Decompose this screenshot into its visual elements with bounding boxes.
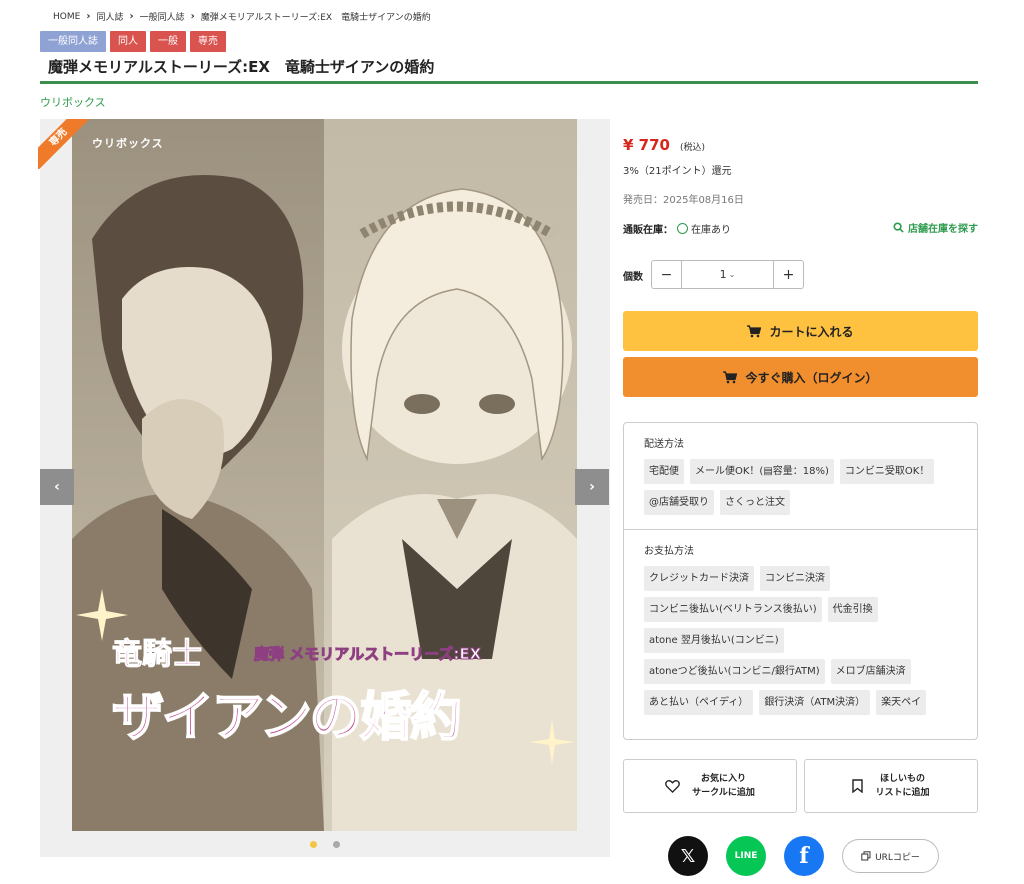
url-copy-label: URLコピー (875, 852, 920, 863)
shipping-methods: 宅配便 メール便OK！(▤容量：18%) コンビニ受取OK！ @店舗受取り さく… (644, 459, 957, 515)
breadcrumb-doujinshi[interactable]: 同人誌 (96, 10, 123, 23)
shipping-method-chip: コンビニ受取OK！ (839, 459, 935, 484)
shipping-section: 配送方法 宅配便 メール便OK！(▤容量：18%) コンビニ受取OK！ @店舗受… (624, 423, 977, 515)
copy-icon (861, 851, 871, 861)
price-row: ¥ 770 (税込) (623, 136, 705, 154)
payment-method-chip: 楽天ペイ (876, 690, 927, 715)
chevron-down-icon: ⌄ (728, 270, 736, 279)
tag-doujin[interactable]: 同人 (110, 31, 146, 52)
payment-method-chip: クレジットカード決済 (644, 566, 754, 591)
heart-icon (665, 779, 681, 793)
stock-label: 通販在庫： (623, 225, 673, 236)
gallery-prev-button[interactable]: ‹ (40, 469, 74, 505)
gallery-pagination (40, 841, 610, 848)
cover-title-line1: 竜騎士 (112, 637, 203, 673)
tag-general[interactable]: 一般 (150, 31, 186, 52)
search-icon (893, 222, 904, 233)
release-date: 発売日：2025年08月16日 (623, 195, 744, 206)
shipping-method-chip: さくっと注文 (720, 490, 790, 515)
payment-method-chip: atone 翌月後払い(コンビニ) (644, 628, 784, 653)
add-wishlist-button[interactable]: ほしいもの リストに追加 (804, 759, 978, 813)
shipping-method-chip: メール便OK！(▤容量：18%) (690, 459, 834, 484)
breadcrumb-current: 魔弾メモリアルストーリーズ:EX 竜騎士ザイアンの婚約 (200, 13, 431, 23)
shipping-payment-box: 配送方法 宅配便 メール便OK！(▤容量：18%) コンビニ受取OK！ @店舗受… (623, 422, 978, 740)
quantity-label: 個数 (623, 272, 643, 283)
quantity-increase-button[interactable]: + (773, 261, 803, 288)
facebook-share-icon[interactable]: f (784, 836, 824, 876)
chevron-left-icon: ‹ (54, 479, 60, 495)
cart-icon (747, 324, 762, 337)
payment-method-chip: atoneつど後払い(コンビニ/銀行ATM) (644, 659, 825, 684)
buy-now-button[interactable]: 今すぐ購入（ログイン） (623, 357, 978, 397)
exclusive-ribbon: 専売 (38, 119, 88, 169)
add-wishlist-label: ほしいもの リストに追加 (875, 772, 929, 800)
breadcrumb-home[interactable]: HOME (53, 12, 80, 22)
payment-method-chip: コンビニ後払い(ベリトランス後払い) (644, 597, 822, 622)
shipping-heading: 配送方法 (644, 439, 684, 450)
cover-title-line2: ザイアンの婚約 (111, 687, 463, 749)
payment-method-chip: 代金引換 (827, 597, 878, 622)
quantity-select[interactable]: 1 ⌄ (682, 261, 773, 288)
store-stock-label: 店舗在庫を探す (908, 224, 978, 235)
cover-image[interactable]: ウリボックス 魔弾 メモリアルストーリーズ:EX 竜騎士 ザイアンの婚約 (72, 119, 577, 831)
chevron-right-icon: › (589, 479, 595, 495)
payment-heading: お支払方法 (644, 546, 694, 557)
breadcrumb-general-doujinshi[interactable]: 一般同人誌 (140, 10, 185, 23)
x-share-icon[interactable]: 𝕏 (668, 836, 708, 876)
shipping-method-chip: @店舗受取り (644, 490, 714, 515)
in-stock-circle-icon (677, 223, 688, 234)
circle-link[interactable]: ウリボックス (40, 94, 106, 110)
tax-note: (税込) (679, 143, 706, 153)
add-favorite-circle-button[interactable]: お気に入り サークルに追加 (623, 759, 797, 813)
gallery-dot-1[interactable] (310, 841, 317, 848)
exclusive-ribbon-label: 専売 (38, 119, 88, 169)
add-favorite-circle-line2: サークルに追加 (692, 788, 755, 798)
chevron-right-icon: › (129, 11, 134, 22)
stock-value: 在庫あり (691, 225, 731, 236)
payment-methods: クレジットカード決済 コンビニ決済 コンビニ後払い(ベリトランス後払い) 代金引… (644, 566, 957, 715)
add-wishlist-line2: リストに追加 (875, 788, 930, 798)
chevron-right-icon: › (86, 11, 91, 22)
line-share-icon[interactable]: LINE (726, 836, 766, 876)
gallery-next-button[interactable]: › (575, 469, 609, 505)
quantity-stepper: − 1 ⌄ + (651, 260, 804, 289)
quantity-value: 1 (719, 268, 727, 281)
cart-icon (723, 370, 738, 383)
add-favorite-circle-label: お気に入り サークルに追加 (692, 772, 755, 800)
store-stock-link[interactable]: 店舗在庫を探す (893, 220, 978, 235)
price: ¥ 770 (623, 136, 670, 154)
chevron-right-icon: › (190, 11, 195, 22)
payment-method-chip: メロブ店舗決済 (830, 659, 911, 684)
cover-circle-name: ウリボックス (92, 137, 164, 150)
title-divider (40, 81, 978, 84)
add-favorite-circle-line1: お気に入り (700, 774, 746, 784)
shipping-method-chip: 宅配便 (644, 459, 684, 484)
cover-series-title: 魔弾 メモリアルストーリーズ:EX (253, 645, 482, 664)
buy-now-label: 今すぐ購入（ログイン） (745, 370, 878, 385)
payment-method-chip: あと払い（ペイディ） (644, 690, 754, 715)
quantity-decrease-button[interactable]: − (652, 261, 682, 288)
gallery-dot-2[interactable] (333, 841, 340, 848)
url-copy-button[interactable]: URLコピー (842, 839, 939, 873)
breadcrumb: HOME › 同人誌 › 一般同人誌 › 魔弾メモリアルストーリーズ:EX 竜騎… (53, 10, 431, 23)
points-return: 3%（21ポイント）還元 (623, 166, 732, 177)
tag-general-doujinshi[interactable]: 一般同人誌 (40, 31, 106, 52)
category-tags: 一般同人誌 同人 一般 専売 (40, 31, 226, 52)
tag-exclusive[interactable]: 専売 (190, 31, 226, 52)
product-title: 魔弾メモリアルストーリーズ:EX 竜騎士ザイアンの婚約 (48, 58, 435, 76)
add-to-cart-button[interactable]: カートに入れる (623, 311, 978, 351)
payment-method-chip: 銀行決済（ATM決済） (759, 690, 871, 715)
stock-status: 通販在庫： 在庫あり (623, 221, 731, 236)
add-wishlist-line1: ほしいもの (879, 774, 925, 784)
product-gallery: ウリボックス 魔弾 メモリアルストーリーズ:EX 竜騎士 ザイアンの婚約 専売 … (38, 119, 610, 857)
payment-section: お支払方法 クレジットカード決済 コンビニ決済 コンビニ後払い(ベリトランス後払… (624, 529, 977, 715)
share-buttons: 𝕏 LINE f URLコピー (668, 836, 939, 876)
payment-method-chip: コンビニ決済 (760, 566, 830, 591)
add-to-cart-label: カートに入れる (769, 324, 854, 339)
bookmark-icon (852, 779, 864, 793)
favorite-actions: お気に入り サークルに追加 ほしいもの リストに追加 (623, 759, 978, 813)
